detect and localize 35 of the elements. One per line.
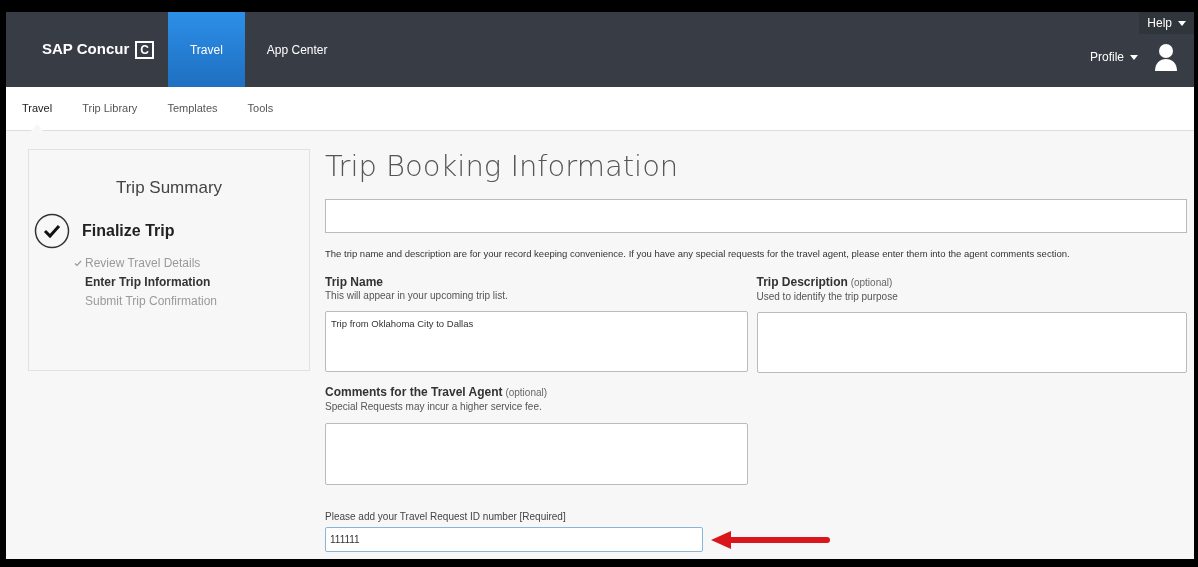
field-hint: Special Requests may incur a higher service fee. bbox=[325, 400, 543, 415]
avatar-icon[interactable] bbox=[1154, 42, 1178, 72]
field-hint: This will appear in your upcoming trip list. bbox=[325, 289, 509, 304]
check-circle-icon bbox=[34, 212, 70, 249]
caret-icon bbox=[1178, 20, 1186, 26]
field-label: Comments for the Travel Agent (optional) bbox=[325, 385, 549, 401]
comments-field[interactable] bbox=[325, 423, 748, 486]
logo-text: SAP Concur bbox=[42, 39, 130, 60]
trip-description-field[interactable] bbox=[756, 312, 1187, 374]
step-item: Review Travel Details bbox=[74, 253, 309, 273]
input-field[interactable] bbox=[325, 199, 1187, 233]
step-item: Submit Trip Confirmation bbox=[85, 292, 219, 310]
profile-menu[interactable]: Profile bbox=[1090, 48, 1138, 66]
nav-tab[interactable]: Travel bbox=[167, 12, 245, 87]
field-label: Trip Description (optional) bbox=[756, 275, 894, 291]
sub-nav-tab[interactable]: Travel bbox=[22, 87, 53, 130]
sub-nav-tab[interactable]: Tools bbox=[247, 87, 274, 130]
stage-title: Finalize Trip bbox=[82, 220, 175, 241]
trip-name-field[interactable]: Trip from Oklahoma City to Dallas bbox=[325, 311, 748, 373]
logo-mark: C bbox=[135, 40, 154, 59]
panel-title: Trip Summary bbox=[115, 177, 223, 199]
step-item: Enter Trip Information bbox=[85, 273, 212, 291]
intro-text: The trip name and description are for your record keeping convenience. If you have any special requests for the travel agent, please enter them into the agent comments section. bbox=[325, 247, 1071, 261]
nav-tab[interactable]: App Center bbox=[244, 12, 350, 87]
help-menu[interactable]: Help bbox=[1139, 12, 1194, 34]
page-title: Trip Booking Information bbox=[325, 149, 680, 183]
request-id-field[interactable]: 111111 bbox=[325, 527, 703, 553]
field-label: Trip Name bbox=[325, 275, 385, 290]
caret-icon bbox=[1130, 54, 1138, 60]
field-hint: Used to identify the trip purpose bbox=[756, 290, 899, 305]
sub-nav-tab[interactable]: Templates bbox=[167, 87, 218, 130]
arrow-icon bbox=[709, 528, 831, 551]
field-label: Please add your Travel Request ID number [Required] bbox=[325, 510, 567, 525]
sub-nav-tab[interactable]: Trip Library bbox=[82, 87, 138, 130]
check-icon bbox=[74, 259, 82, 267]
